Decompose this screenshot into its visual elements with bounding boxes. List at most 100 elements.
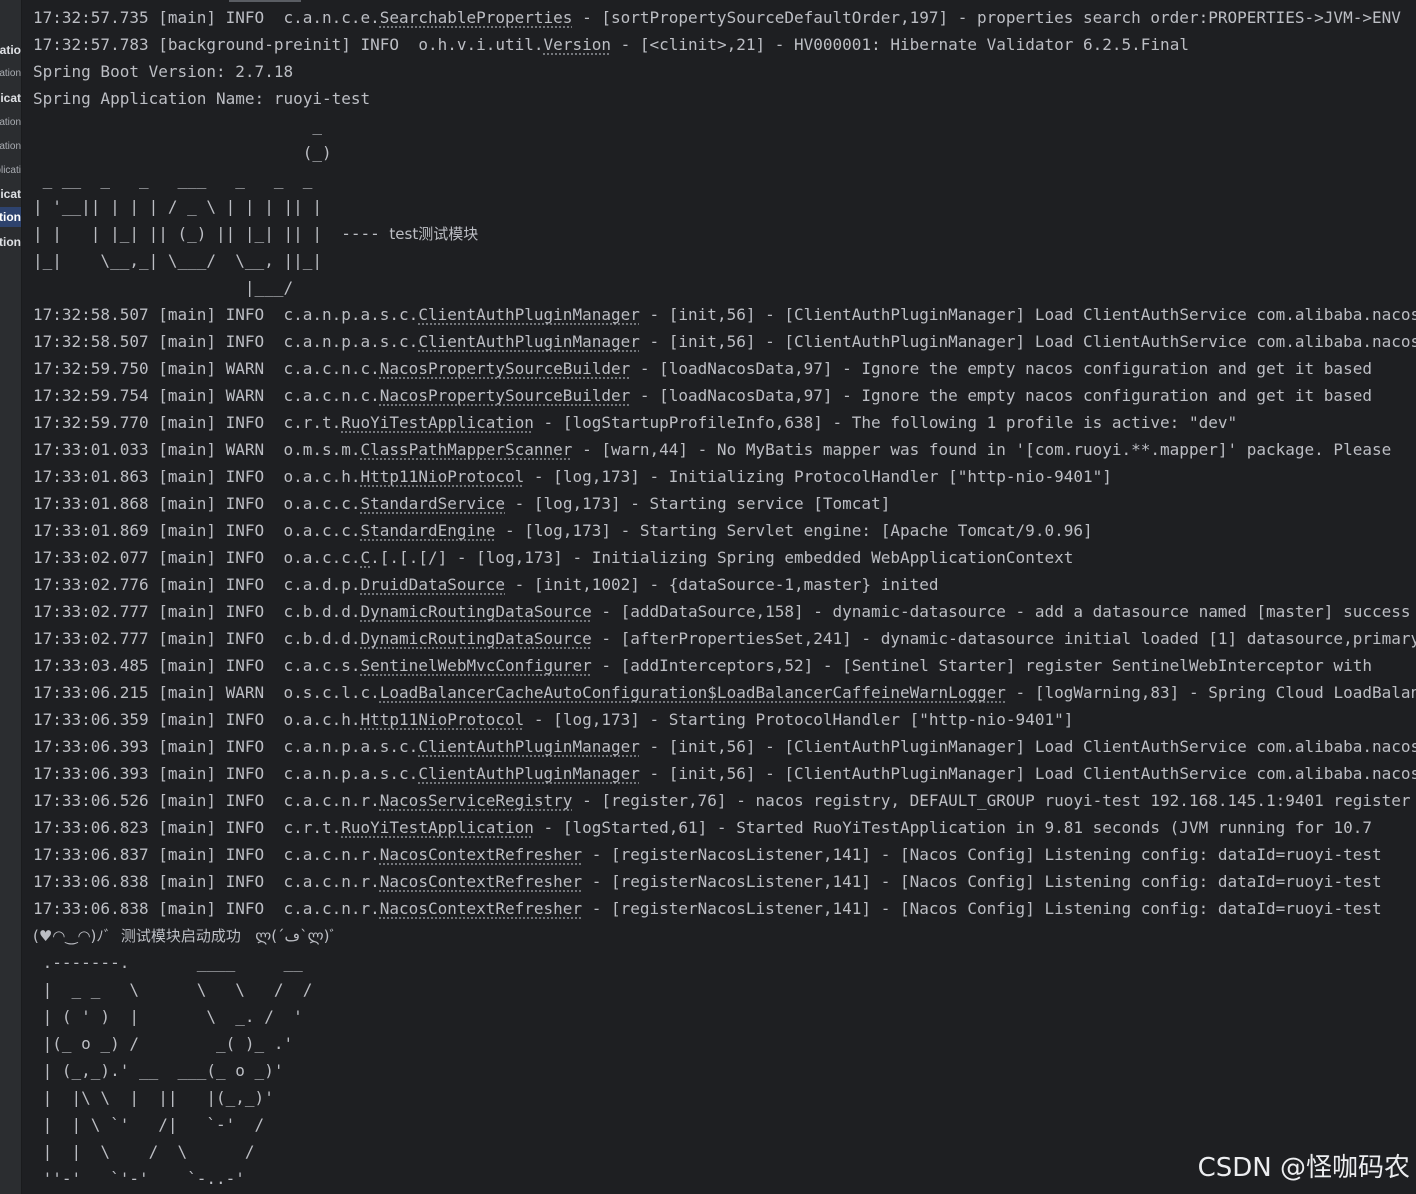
log-text: - [registerNacosListener,141] - [Nacos C… <box>582 872 1382 891</box>
console-output: 17:32:57.735 [main] INFO c.a.n.c.e.Searc… <box>21 0 1416 1194</box>
log-line: 17:33:02.777 [main] INFO c.b.d.d.Dynamic… <box>33 625 1416 652</box>
class-link[interactable]: LoadBalancerCacheAutoConfiguration$LoadB… <box>380 683 1006 702</box>
log-line: Spring Application Name: ruoyi-test <box>33 85 1416 112</box>
log-line: 17:32:57.735 [main] INFO c.a.n.c.e.Searc… <box>33 4 1416 31</box>
run-config-item[interactable]: Application <box>0 137 21 157</box>
class-link[interactable]: ClientAuthPluginManager <box>418 332 640 351</box>
log-line: 17:33:01.033 [main] WARN o.m.s.m.ClassPa… <box>33 436 1416 463</box>
run-config-item[interactable]: Application <box>0 232 21 252</box>
log-text: 17:33:02.776 [main] INFO c.a.d.p. <box>33 575 361 594</box>
log-text: | |\ \ | || |(_,_)' <box>33 1088 274 1107</box>
log-line: |_| \__,_| \___/ \__, ||_| <box>33 247 1416 274</box>
run-configurations-panel: Applicatio Application Applicat Application… <box>0 0 22 1194</box>
log-text: | | | |_| || (_) || |_| || | ---- <box>33 224 390 243</box>
log-line: | | | |_| || (_) || |_| || | ---- test测试… <box>33 220 1416 247</box>
log-line: _ __ _ _ ___ _ _ _ <box>33 166 1416 193</box>
log-line: 17:33:02.077 [main] INFO o.a.c.c.C.[.[.[… <box>33 544 1416 571</box>
log-line: (_) <box>33 139 1416 166</box>
log-text: 17:33:06.215 [main] WARN o.s.c.l.c. <box>33 683 380 702</box>
log-text: | | \ / \ / <box>33 1142 255 1161</box>
log-text: 17:33:06.823 [main] INFO c.r.t. <box>33 818 342 837</box>
class-link[interactable]: Version <box>544 35 611 54</box>
log-text: | '__|| | | | / _ \ | | | || | <box>33 197 322 216</box>
class-link[interactable]: StandardService <box>361 494 506 513</box>
log-text: 17:33:06.526 [main] INFO c.a.c.n.r. <box>33 791 380 810</box>
class-link[interactable]: SentinelWebMvcConfigurer <box>361 656 592 675</box>
log-line: | '__|| | | | / _ \ | | | || | <box>33 193 1416 220</box>
log-text: 17:33:01.868 [main] INFO o.a.c.c. <box>33 494 361 513</box>
class-link[interactable]: SearchableProperties <box>380 8 573 27</box>
class-link[interactable]: ClassPathMapperScanner <box>361 440 573 459</box>
run-config-item[interactable]: Applicatio <box>0 40 21 60</box>
log-line: 17:33:01.863 [main] INFO o.a.c.h.Http11N… <box>33 463 1416 490</box>
log-line: | (_,_).' __ ___(_ o _)' <box>33 1057 1416 1084</box>
log-text: - [logWarning,83] - Spring Cloud LoadBal… <box>1005 683 1416 702</box>
log-line: | _ _ \ \ \ / / <box>33 976 1416 1003</box>
class-link[interactable]: DruidDataSource <box>361 575 506 594</box>
log-text: - [warn,44] - No MyBatis mapper was foun… <box>572 440 1392 459</box>
log-line: 17:33:06.359 [main] INFO o.a.c.h.Http11N… <box>33 706 1416 733</box>
log-text: _ <box>33 116 322 135</box>
class-link[interactable]: NacosPropertySourceBuilder <box>380 359 630 378</box>
log-text: - [log,173] - Initializing ProtocolHandl… <box>524 467 1112 486</box>
log-text: 17:33:01.869 [main] INFO o.a.c.c. <box>33 521 361 540</box>
log-text: 17:33:06.837 [main] INFO c.a.c.n.r. <box>33 845 380 864</box>
log-line: 17:33:06.838 [main] INFO c.a.c.n.r.Nacos… <box>33 868 1416 895</box>
class-link[interactable]: DynamicRoutingDataSource <box>361 629 592 648</box>
log-text: (_) <box>33 143 332 162</box>
class-link[interactable]: NacosContextRefresher <box>380 899 582 918</box>
class-link[interactable]: DynamicRoutingDataSource <box>361 602 592 621</box>
class-link[interactable]: ClientAuthPluginManager <box>418 737 640 756</box>
log-text: - [init,56] - [ClientAuthPluginManager] … <box>639 764 1416 783</box>
watermark: CSDN @怪咖码农 <box>1197 1153 1410 1183</box>
log-line: 17:33:02.776 [main] INFO c.a.d.p.DruidDa… <box>33 571 1416 598</box>
class-link[interactable]: RuoYiTestApplication <box>341 413 534 432</box>
class-link[interactable]: RuoYiTestApplication <box>341 818 534 837</box>
run-config-item[interactable]: Applicat <box>0 184 21 204</box>
log-line: 17:33:06.837 [main] INFO c.a.c.n.r.Nacos… <box>33 841 1416 868</box>
class-link[interactable]: Http11NioProtocol <box>361 467 525 486</box>
class-link[interactable]: ClientAuthPluginManager <box>418 764 640 783</box>
log-text: .[.[.[/] - [log,173] - Initializing Spri… <box>370 548 1074 567</box>
log-text: 17:33:02.777 [main] INFO c.b.d.d. <box>33 602 361 621</box>
class-link[interactable]: StandardEngine <box>361 521 496 540</box>
log-line: 17:32:58.507 [main] INFO c.a.n.p.a.s.c.C… <box>33 328 1416 355</box>
log-text: - [log,173] - Starting ProtocolHandler [… <box>524 710 1074 729</box>
log-text: - [logStartupProfileInfo,638] - The foll… <box>533 413 1238 432</box>
log-text: |___/ <box>33 278 294 297</box>
log-line: 17:32:59.770 [main] INFO c.r.t.RuoYiTest… <box>33 409 1416 436</box>
log-text: .-------. ____ __ <box>33 953 303 972</box>
log-text: test测试模块 <box>389 225 479 243</box>
log-text: - [log,173] - Starting service [Tomcat] <box>505 494 891 513</box>
log-text: |(_ o _) / _( )_ .' <box>33 1034 294 1053</box>
run-config-item[interactable]: Applicati <box>0 161 21 181</box>
run-config-item[interactable]: Application <box>0 64 21 84</box>
log-line: 17:32:59.754 [main] WARN c.a.c.n.c.Nacos… <box>33 382 1416 409</box>
log-text: - [logStarted,61] - Started RuoYiTestApp… <box>533 818 1372 837</box>
log-text: 17:33:06.359 [main] INFO o.a.c.h. <box>33 710 361 729</box>
run-config-item[interactable]: Application <box>0 113 21 133</box>
log-line: 17:33:06.526 [main] INFO c.a.c.n.r.Nacos… <box>33 787 1416 814</box>
log-line: 17:32:59.750 [main] WARN c.a.c.n.c.Nacos… <box>33 355 1416 382</box>
log-text: - [init,56] - [ClientAuthPluginManager] … <box>639 305 1416 324</box>
log-line: |___/ <box>33 274 1416 301</box>
class-link[interactable]: ClientAuthPluginManager <box>418 305 640 324</box>
class-link[interactable]: Http11NioProtocol <box>361 710 525 729</box>
log-line: _ <box>33 112 1416 139</box>
log-text: ''-' `'-' `-..-' <box>33 1169 245 1188</box>
log-text: 17:32:57.735 [main] INFO c.a.n.c.e. <box>33 8 380 27</box>
log-line: | |\ \ | || |(_,_)' <box>33 1084 1416 1111</box>
class-link[interactable]: NacosPropertySourceBuilder <box>380 386 630 405</box>
log-text: - [init,56] - [ClientAuthPluginManager] … <box>639 737 1416 756</box>
log-line: .-------. ____ __ <box>33 949 1416 976</box>
log-text: 17:32:59.770 [main] INFO c.r.t. <box>33 413 342 432</box>
class-link[interactable]: C <box>361 548 371 567</box>
class-link[interactable]: NacosServiceRegistry <box>380 791 573 810</box>
class-link[interactable]: NacosContextRefresher <box>380 845 582 864</box>
run-config-item[interactable]: Application <box>0 207 21 227</box>
log-text: | ( ' ) | \ _. / ' <box>33 1007 303 1026</box>
run-config-item[interactable]: Applicat <box>0 88 21 108</box>
class-link[interactable]: NacosContextRefresher <box>380 872 582 891</box>
log-line: 17:33:06.393 [main] INFO c.a.n.p.a.s.c.C… <box>33 733 1416 760</box>
log-text: - [init,56] - [ClientAuthPluginManager] … <box>639 332 1416 351</box>
